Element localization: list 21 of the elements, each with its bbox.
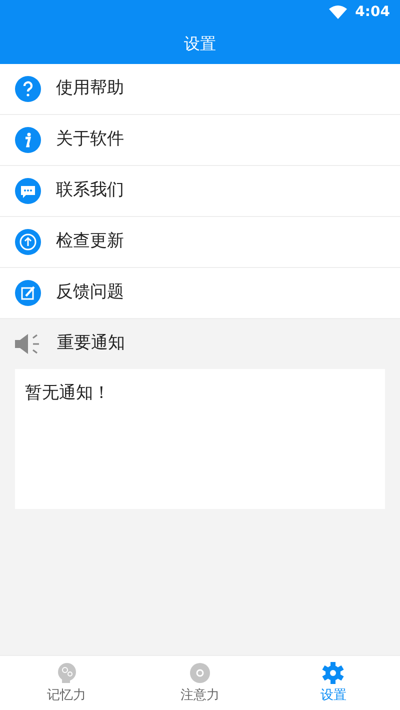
- chat-icon: [15, 178, 41, 204]
- info-icon: [15, 127, 41, 153]
- speaker-icon: [15, 333, 41, 355]
- edit-icon: [15, 280, 41, 306]
- menu-item[interactable]: 检查更新: [0, 217, 400, 268]
- disc-icon: [188, 662, 211, 684]
- menu-item[interactable]: 联系我们: [0, 166, 400, 217]
- notice-text: 暂无通知！: [25, 383, 110, 403]
- upload-icon: [15, 229, 41, 255]
- page-title: 设置: [184, 33, 216, 55]
- help-icon: [15, 76, 41, 102]
- tab[interactable]: 记忆力: [0, 656, 134, 710]
- menu-item[interactable]: 关于软件: [0, 115, 400, 166]
- tab[interactable]: 注意力: [133, 656, 267, 710]
- menu-item[interactable]: 使用帮助: [0, 64, 400, 115]
- settings-icon: [322, 662, 344, 684]
- wifi-icon: [329, 5, 348, 19]
- notice-heading: 重要通知: [57, 332, 125, 356]
- head-icon: [56, 662, 78, 684]
- status-time: 4:04: [355, 2, 390, 22]
- menu-item[interactable]: 反馈问题: [0, 268, 400, 319]
